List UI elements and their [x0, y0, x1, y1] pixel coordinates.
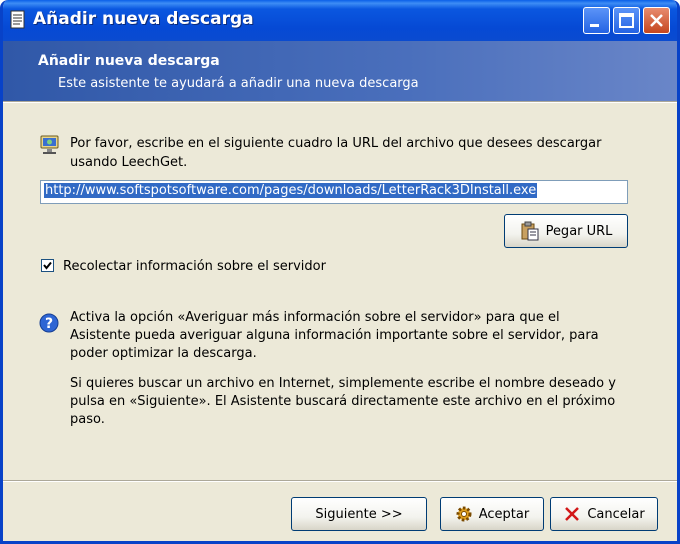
paste-url-label: Pegar URL — [545, 223, 613, 239]
close-button[interactable] — [643, 7, 670, 34]
maximize-button[interactable] — [613, 7, 640, 34]
help-para1-line2: Asistente pueda averiguar alguna informa… — [70, 328, 599, 343]
next-button-label: Siguiente >> — [315, 506, 403, 522]
minimize-icon — [590, 24, 599, 27]
accept-button-label: Aceptar — [478, 506, 530, 522]
dialog-window: Añadir nueva descarga Añadir nueva desca… — [0, 0, 680, 544]
cancel-button[interactable]: Cancelar — [550, 497, 658, 531]
url-instructions-line2: usando LeechGet. — [70, 155, 188, 170]
network-computer-icon — [40, 135, 59, 154]
header-subtitle: Este asistente te ayudará a añadir una n… — [58, 76, 419, 91]
help-para1-line1: Activa la opción «Averiguar más informac… — [70, 310, 560, 325]
url-input[interactable]: http://www.softspotsoftware.com/pages/do… — [40, 180, 628, 204]
url-input-value: http://www.softspotsoftware.com/pages/do… — [44, 183, 538, 198]
title-bar[interactable]: Añadir nueva descarga — [3, 0, 677, 41]
checkmark-icon — [43, 261, 52, 270]
help-para2-line3: paso. — [70, 412, 105, 427]
wizard-header: Añadir nueva descarga Este asistente te … — [3, 41, 677, 101]
document-icon — [10, 10, 25, 29]
cancel-button-label: Cancelar — [587, 506, 645, 522]
svg-text:?: ? — [45, 316, 53, 332]
help-para2-line2: pulsa en «Siguiente». El Asistente busca… — [70, 394, 616, 409]
maximize-icon — [619, 13, 634, 28]
url-instructions-line1: Por favor, escribe en el siguiente cuadr… — [70, 136, 602, 151]
close-icon — [650, 14, 663, 27]
collect-server-info-label[interactable]: Recolectar información sobre el servidor — [63, 257, 326, 276]
accept-button[interactable]: Aceptar — [440, 497, 544, 531]
window-title: Añadir nueva descarga — [33, 9, 254, 29]
paste-url-button[interactable]: Pegar URL — [504, 214, 628, 248]
minimize-button[interactable] — [583, 7, 610, 34]
help-para2-line1: Si quieres buscar un archivo en Internet… — [70, 376, 616, 391]
help-icon: ? — [39, 313, 59, 333]
next-button[interactable]: Siguiente >> — [291, 497, 427, 531]
collect-server-info-checkbox[interactable] — [41, 259, 54, 272]
header-title: Añadir nueva descarga — [38, 53, 220, 69]
gear-icon — [456, 506, 472, 522]
header-divider — [3, 101, 677, 103]
footer-divider — [3, 480, 677, 482]
cancel-x-icon — [565, 507, 580, 521]
clipboard-icon — [521, 221, 539, 241]
help-para1-line3: poder optimizar la descarga. — [70, 346, 257, 361]
